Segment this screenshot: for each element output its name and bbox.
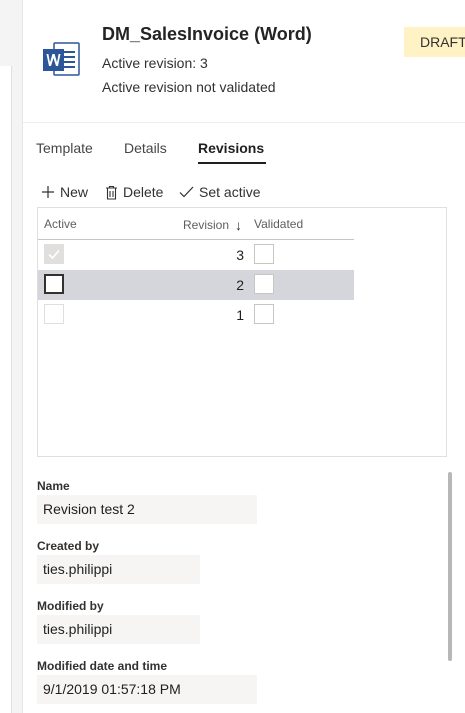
vertical-scrollbar[interactable] (448, 472, 452, 661)
active-checkbox[interactable] (44, 244, 64, 264)
active-checkbox[interactable] (44, 304, 64, 324)
tab-template[interactable]: Template (36, 140, 93, 156)
validated-checkbox[interactable] (254, 274, 274, 294)
checkmark-icon (179, 186, 194, 198)
modified-date-field[interactable]: 9/1/2019 01:57:18 PM (37, 675, 257, 704)
trash-icon (106, 185, 117, 200)
created-by-field[interactable]: ties.philippi (37, 555, 200, 584)
word-document-icon (43, 42, 80, 76)
table-row[interactable]: 3 (38, 240, 354, 270)
revision-panel: DM_SalesInvoice (Word) Active revision: … (23, 0, 465, 713)
revisions-toolbar: New Delete Set active (41, 182, 461, 202)
status-badge: DRAFT (404, 27, 465, 57)
plus-icon (42, 186, 54, 198)
table-row[interactable]: 1 (38, 300, 354, 330)
grid-header: Active Revision ↓ Validated (38, 208, 354, 240)
tab-details[interactable]: Details (124, 140, 167, 156)
set-active-button[interactable]: Set active (179, 182, 260, 202)
modified-date-label: Modified date and time (37, 659, 168, 673)
revisions-grid: Active Revision ↓ Validated 3 2 1 (37, 207, 447, 457)
name-label: Name (37, 479, 70, 493)
column-header-revision-label: Revision (183, 218, 230, 232)
revision-number: 2 (236, 277, 244, 293)
checkmark-icon (48, 249, 60, 260)
validated-checkbox[interactable] (254, 244, 274, 264)
new-button[interactable]: New (41, 182, 88, 202)
column-header-active[interactable]: Active (44, 217, 77, 231)
left-pane (0, 0, 23, 713)
revision-number: 1 (236, 307, 244, 323)
validation-status-text: Active revision not validated (102, 79, 276, 95)
sort-descending-icon: ↓ (235, 217, 243, 233)
new-button-label: New (60, 184, 89, 200)
delete-button-label: Delete (123, 184, 164, 200)
revision-number: 3 (236, 247, 244, 263)
active-checkbox[interactable] (44, 274, 64, 294)
validated-checkbox[interactable] (254, 304, 274, 324)
tab-bar: Template Details Revisions (23, 140, 463, 166)
delete-button[interactable]: Delete (105, 182, 163, 202)
panel-header: DM_SalesInvoice (Word) Active revision: … (23, 0, 465, 123)
column-header-revision[interactable]: Revision ↓ (183, 217, 242, 233)
tab-revisions[interactable]: Revisions (198, 140, 267, 164)
set-active-button-label: Set active (199, 184, 261, 200)
page-title: DM_SalesInvoice (Word) (102, 24, 312, 44)
left-pane-content (0, 66, 12, 713)
modified-by-label: Modified by (37, 599, 104, 613)
column-header-validated[interactable]: Validated (254, 217, 303, 231)
name-field[interactable]: Revision test 2 (37, 495, 257, 524)
table-row[interactable]: 2 (38, 270, 354, 300)
modified-by-field[interactable]: ties.philippi (37, 615, 200, 644)
created-by-label: Created by (37, 539, 100, 553)
active-revision-text: Active revision: 3 (102, 55, 208, 71)
